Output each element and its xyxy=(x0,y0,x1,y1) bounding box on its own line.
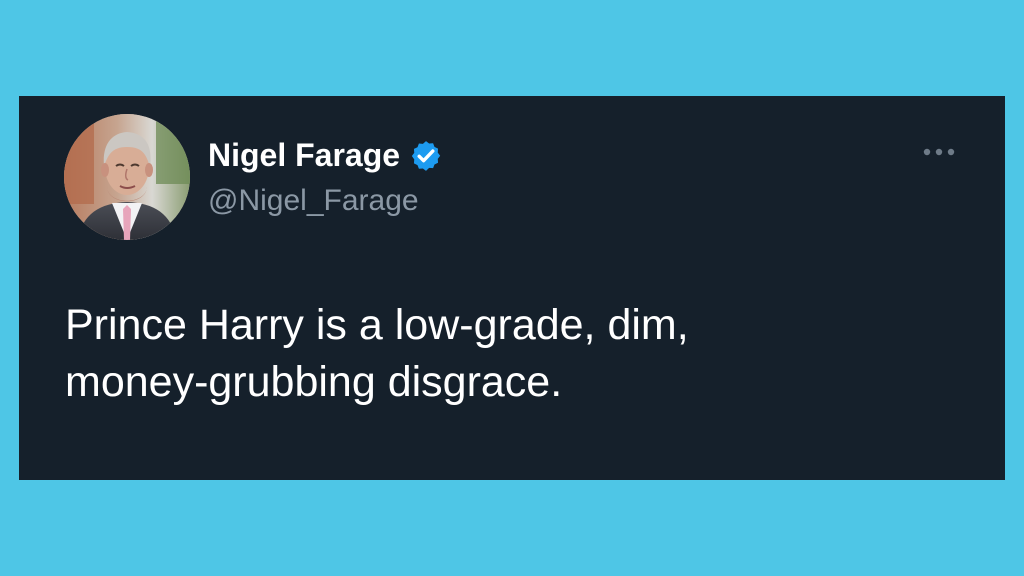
more-options-button[interactable] xyxy=(912,134,966,170)
author-display-name[interactable]: Nigel Farage xyxy=(208,135,400,175)
tweet-card[interactable]: Nigel Farage @Nigel_Farage Prince Harry … xyxy=(19,96,1005,480)
avatar-photo xyxy=(64,114,190,240)
author-name-row: Nigel Farage xyxy=(208,135,443,175)
author-handle[interactable]: @Nigel_Farage xyxy=(208,183,419,219)
tweet-text-line: Prince Harry is a low-grade, dim, xyxy=(65,301,689,349)
tweet-text: Prince Harry is a low-grade, dim, money-… xyxy=(65,297,945,411)
tweet-text-line: money-grubbing disgrace. xyxy=(65,358,563,406)
more-options-icon xyxy=(923,148,955,156)
verified-badge-icon xyxy=(411,140,441,171)
author-avatar[interactable] xyxy=(64,114,190,240)
